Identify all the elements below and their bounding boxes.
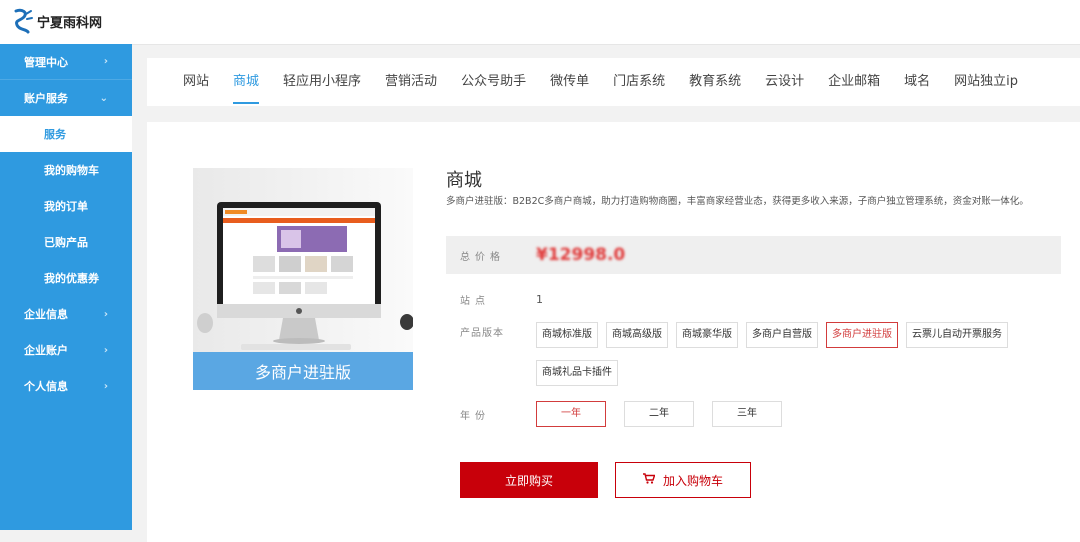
add-to-cart-label: 加入购物车 [662,473,723,488]
year-option[interactable]: 三年 [712,401,782,427]
price-row: 总价格 ¥12998.0 [446,236,1061,274]
tab-dedicated-ip[interactable]: 网站独立ip [954,58,1018,106]
tab-mall[interactable]: 商城 [233,58,260,106]
tab-official-account[interactable]: 公众号助手 [461,58,526,106]
main-content: 网站 商城 轻应用小程序 营销活动 公众号助手 微传单 门店系统 教育系统 云设… [147,58,1080,542]
version-option[interactable]: 商城豪华版 [676,322,738,348]
chevron-right-icon: › [103,56,108,67]
sidebar-item-label: 管理中心 [24,55,68,69]
year-option-selected[interactable]: 一年 [536,401,606,427]
sidebar-item-account-services[interactable]: 账户服务 ⌄ [0,80,132,116]
sidebar-subitem-purchased[interactable]: 已购产品 [0,224,132,260]
sidebar-item-label: 个人信息 [24,380,68,393]
price-value: ¥12998.0 [536,245,626,265]
tab-micro-flyer[interactable]: 微传单 [550,58,589,106]
tab-marketing[interactable]: 营销活动 [385,58,437,106]
tab-email[interactable]: 企业邮箱 [828,58,880,106]
brand-name: 宁夏雨科网 [37,15,103,31]
cart-icon [642,473,656,487]
tab-mini-program[interactable]: 轻应用小程序 [283,58,361,106]
sidebar-item-label: 企业信息 [24,308,68,321]
tab-domain[interactable]: 域名 [904,58,930,106]
buy-now-button[interactable]: 立即购买 [460,462,598,498]
sidebar-item-management-center[interactable]: 管理中心 › [0,44,132,80]
sidebar-item-personal-info[interactable]: 个人信息 › [0,368,132,404]
product-title: 商城 [446,170,482,191]
version-options: 商城标准版 商城高级版 商城豪华版 多商户自营版 多商户进驻版 云票儿自动开票服… [536,322,1056,386]
sidebar-subitem-coupons[interactable]: 我的优惠券 [0,260,132,296]
sidebar-item-label: 企业账户 [24,344,68,357]
tab-website[interactable]: 网站 [183,58,209,106]
product-panel: 多商户进驻版 商城 多商户进驻版：B2B2C多商户商城，助力打造购物商圈，丰富商… [147,122,1080,542]
site-row: 站点 1 [446,292,543,307]
version-option[interactable]: 云票儿自动开票服务 [906,322,1008,348]
year-label: 年份 [460,410,490,422]
product-tabs: 网站 商城 轻应用小程序 营销活动 公众号助手 微传单 门店系统 教育系统 云设… [147,58,1080,106]
version-option[interactable]: 多商户自营版 [746,322,818,348]
top-header: 宁夏雨科网 [0,0,1080,45]
logo[interactable]: 宁夏雨科网 [12,8,102,34]
site-label: 站点 [460,296,490,307]
tab-education[interactable]: 教育系统 [689,58,741,106]
year-option[interactable]: 二年 [624,401,694,427]
chevron-down-icon: ⌄ [99,92,108,104]
sidebar-subitem-services[interactable]: 服务 [0,116,132,152]
product-description: 多商户进驻版：B2B2C多商户商城，助力打造购物商圈，丰富商家经营业态，获得更多… [446,196,1029,207]
tab-cloud-design[interactable]: 云设计 [765,58,804,106]
logo-mark-icon [12,8,34,34]
chevron-right-icon: › [103,344,108,356]
price-label: 总价格 [460,251,505,263]
sidebar-item-company-account[interactable]: 企业账户 › [0,332,132,368]
sidebar-subitem-cart[interactable]: 我的购物车 [0,152,132,188]
product-caption: 多商户进驻版 [193,352,413,390]
sidebar-subitem-orders[interactable]: 我的订单 [0,188,132,224]
chevron-right-icon: › [103,380,108,392]
version-option[interactable]: 商城礼品卡插件 [536,360,618,386]
version-row: 产品版本 商城标准版 商城高级版 商城豪华版 多商户自营版 多商户进驻版 云票儿… [446,322,1056,386]
version-option-selected[interactable]: 多商户进驻版 [826,322,898,348]
sidebar-item-company-info[interactable]: 企业信息 › [0,296,132,332]
version-option[interactable]: 商城标准版 [536,322,598,348]
tab-store-system[interactable]: 门店系统 [613,58,665,106]
chevron-right-icon: › [103,308,108,320]
sidebar-item-label: 账户服务 [24,92,68,105]
site-value: 1 [536,293,543,306]
version-option[interactable]: 商城高级版 [606,322,668,348]
version-label: 产品版本 [460,328,504,339]
year-row: 年份 一年 二年 三年 [446,401,800,427]
sidebar: 管理中心 › 账户服务 ⌄ 服务 我的购物车 我的订单 已购产品 我的优惠券 企… [0,44,132,530]
add-to-cart-button[interactable]: 加入购物车 [615,462,751,498]
